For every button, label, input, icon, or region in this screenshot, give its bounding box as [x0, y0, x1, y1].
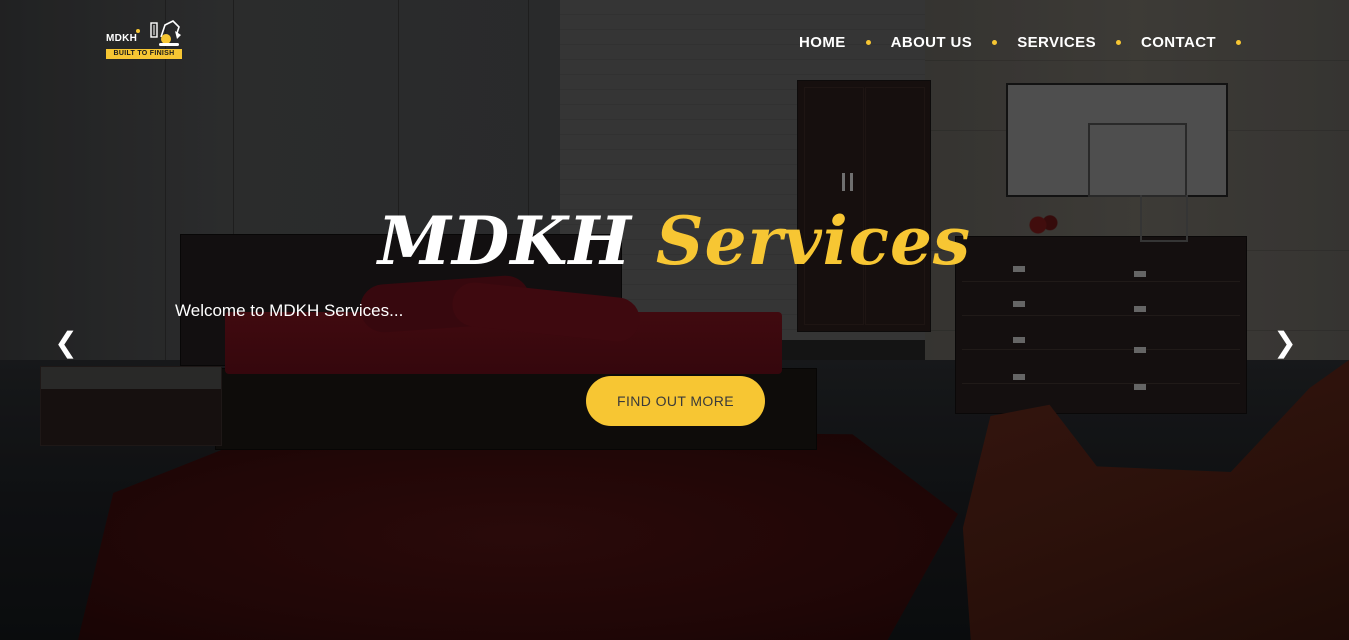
hero-title: MDKH Services — [0, 196, 1349, 286]
hero-title-accent: Services — [655, 202, 972, 280]
hero-welcome-text: Welcome to MDKH Services... — [175, 301, 404, 320]
hero-slider: MDKH BUILT TO FINISH HOME ABOUT US SERVI… — [0, 0, 1349, 640]
nav-separator-dot — [1236, 39, 1241, 45]
logo-tagline: BUILT TO FINISH — [106, 49, 182, 59]
excavator-icon — [150, 20, 181, 46]
nav-separator-dot — [1115, 39, 1121, 45]
nav-separator-dot — [865, 39, 871, 45]
logo-dot — [136, 29, 140, 33]
nav-item-about-us[interactable]: ABOUT US — [891, 34, 973, 51]
nav-item-home[interactable]: HOME — [799, 34, 846, 51]
slider-prev-arrow-icon[interactable]: ❮ — [54, 325, 78, 361]
find-out-more-button[interactable]: FIND OUT MORE — [586, 376, 765, 426]
site-logo[interactable]: MDKH BUILT TO FINISH — [105, 19, 183, 61]
nav-item-contact[interactable]: CONTACT — [1141, 34, 1216, 51]
nav-separator-dot — [992, 39, 998, 45]
hero-title-brand: MDKH — [377, 202, 632, 280]
slider-next-arrow-icon[interactable]: ❯ — [1273, 325, 1297, 361]
main-nav: HOME ABOUT US SERVICES CONTACT — [799, 32, 1261, 52]
logo-text: MDKH — [106, 33, 138, 44]
nav-item-services[interactable]: SERVICES — [1017, 34, 1096, 51]
